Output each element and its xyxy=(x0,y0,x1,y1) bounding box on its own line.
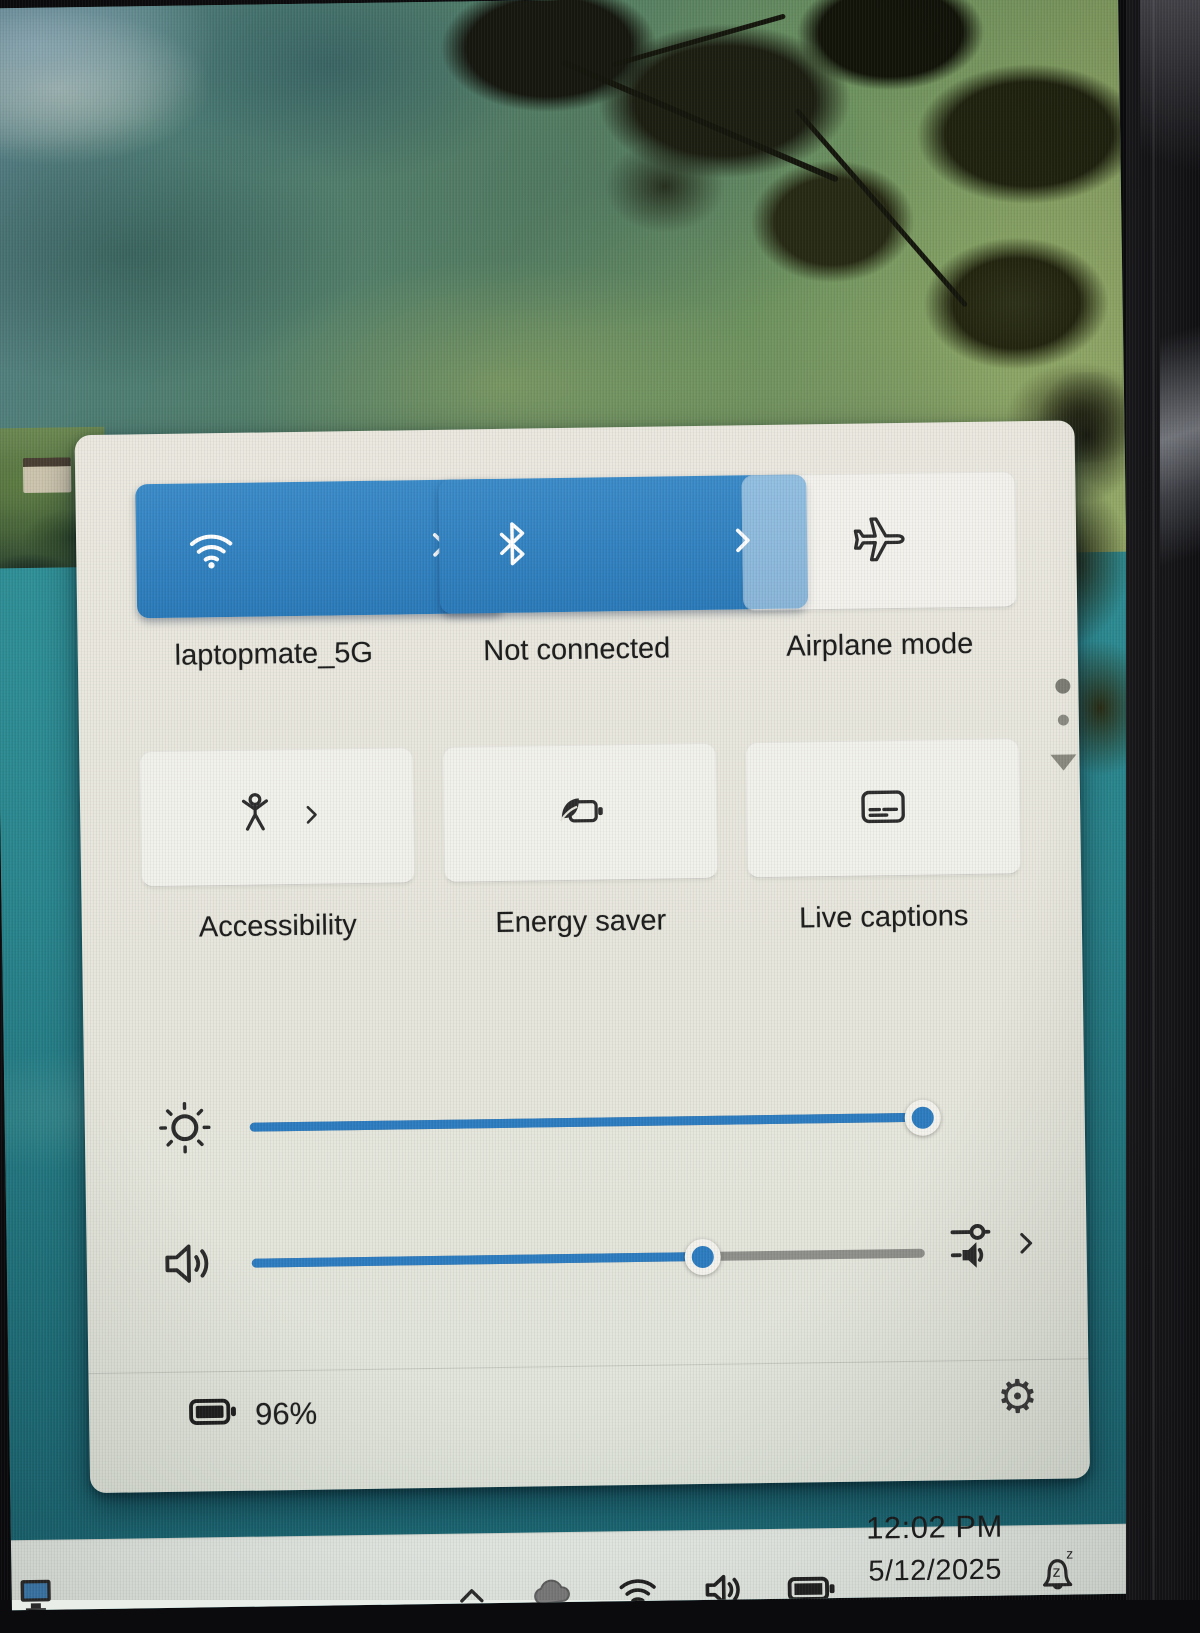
volume-slider-fill xyxy=(252,1252,703,1268)
tray-cloud-icon[interactable] xyxy=(525,1569,578,1610)
wifi-tile-label: laptopmate_5G xyxy=(124,636,424,673)
brightness-icon xyxy=(152,1095,217,1165)
desktop-pc-icon[interactable] xyxy=(15,1575,56,1611)
airplane-mode-tile[interactable] xyxy=(741,471,1017,611)
accessibility-expand-chevron-icon[interactable] xyxy=(298,801,324,832)
wallpaper-house xyxy=(23,457,72,493)
volume-icon[interactable] xyxy=(158,1233,219,1299)
live-captions-tile-label: Live captions xyxy=(734,899,1034,936)
system-tray xyxy=(451,1565,840,1610)
do-not-disturb-bell-icon[interactable]: z z xyxy=(1031,1543,1084,1601)
brightness-slider-thumb[interactable] xyxy=(904,1099,941,1136)
sound-output-icon[interactable] xyxy=(948,1218,997,1276)
tray-show-hidden-icons[interactable] xyxy=(451,1570,492,1610)
panel-divider xyxy=(88,1358,1088,1374)
svg-text:z: z xyxy=(1066,1546,1073,1562)
energy-saver-tile[interactable] xyxy=(442,743,718,883)
monitor-bezel xyxy=(1126,0,1200,1600)
airplane-icon xyxy=(850,509,909,573)
desktop: 12:02 PM 5/12/2025 z z xyxy=(0,0,1142,1610)
quick-settings-panel: laptopmate_5G Not connected Airplane mod… xyxy=(75,420,1091,1493)
battery-percent-label: 96% xyxy=(255,1395,318,1432)
wallpaper-leaves xyxy=(358,0,1125,473)
page-indicator-dot-active[interactable] xyxy=(1055,678,1070,693)
page-indicator-dot[interactable] xyxy=(1058,715,1069,726)
sound-output-chevron-icon[interactable] xyxy=(1010,1228,1041,1263)
clock-time: 12:02 PM xyxy=(866,1509,1003,1547)
monitor-screen: 12:02 PM 5/12/2025 z z xyxy=(0,0,1164,1633)
svg-text:z: z xyxy=(1052,1564,1060,1581)
tray-volume-icon[interactable] xyxy=(697,1566,750,1610)
live-captions-icon xyxy=(855,777,912,839)
battery-icon xyxy=(187,1391,240,1439)
accessibility-tile[interactable] xyxy=(139,747,415,887)
battery-status[interactable]: 96% xyxy=(187,1390,318,1439)
bezel-reflection xyxy=(1160,323,1200,568)
airplane-mode-tile-label: Airplane mode xyxy=(730,627,1030,664)
tray-wifi-icon[interactable] xyxy=(611,1568,664,1611)
scroll-down-arrow-icon[interactable] xyxy=(1050,754,1076,770)
brightness-slider[interactable] xyxy=(250,1113,923,1132)
taskbar-clock[interactable]: 12:02 PM 5/12/2025 xyxy=(866,1509,1004,1589)
energy-saver-tile-label: Energy saver xyxy=(431,904,731,941)
tray-battery-icon[interactable] xyxy=(783,1565,840,1610)
live-captions-tile[interactable] xyxy=(745,738,1021,878)
bluetooth-tile-label: Not connected xyxy=(427,632,727,669)
volume-slider-thumb[interactable] xyxy=(684,1238,721,1275)
settings-gear-icon[interactable]: ⚙ xyxy=(997,1373,1039,1420)
energy-saver-icon xyxy=(552,782,609,844)
wifi-icon xyxy=(184,520,239,580)
background-glow xyxy=(1140,0,1200,230)
clock-date: 5/12/2025 xyxy=(867,1554,1004,1589)
accessibility-icon xyxy=(230,790,281,846)
volume-slider[interactable] xyxy=(252,1249,925,1268)
accessibility-tile-label: Accessibility xyxy=(128,908,428,945)
brightness-slider-fill xyxy=(250,1113,923,1132)
bluetooth-icon xyxy=(487,518,538,574)
